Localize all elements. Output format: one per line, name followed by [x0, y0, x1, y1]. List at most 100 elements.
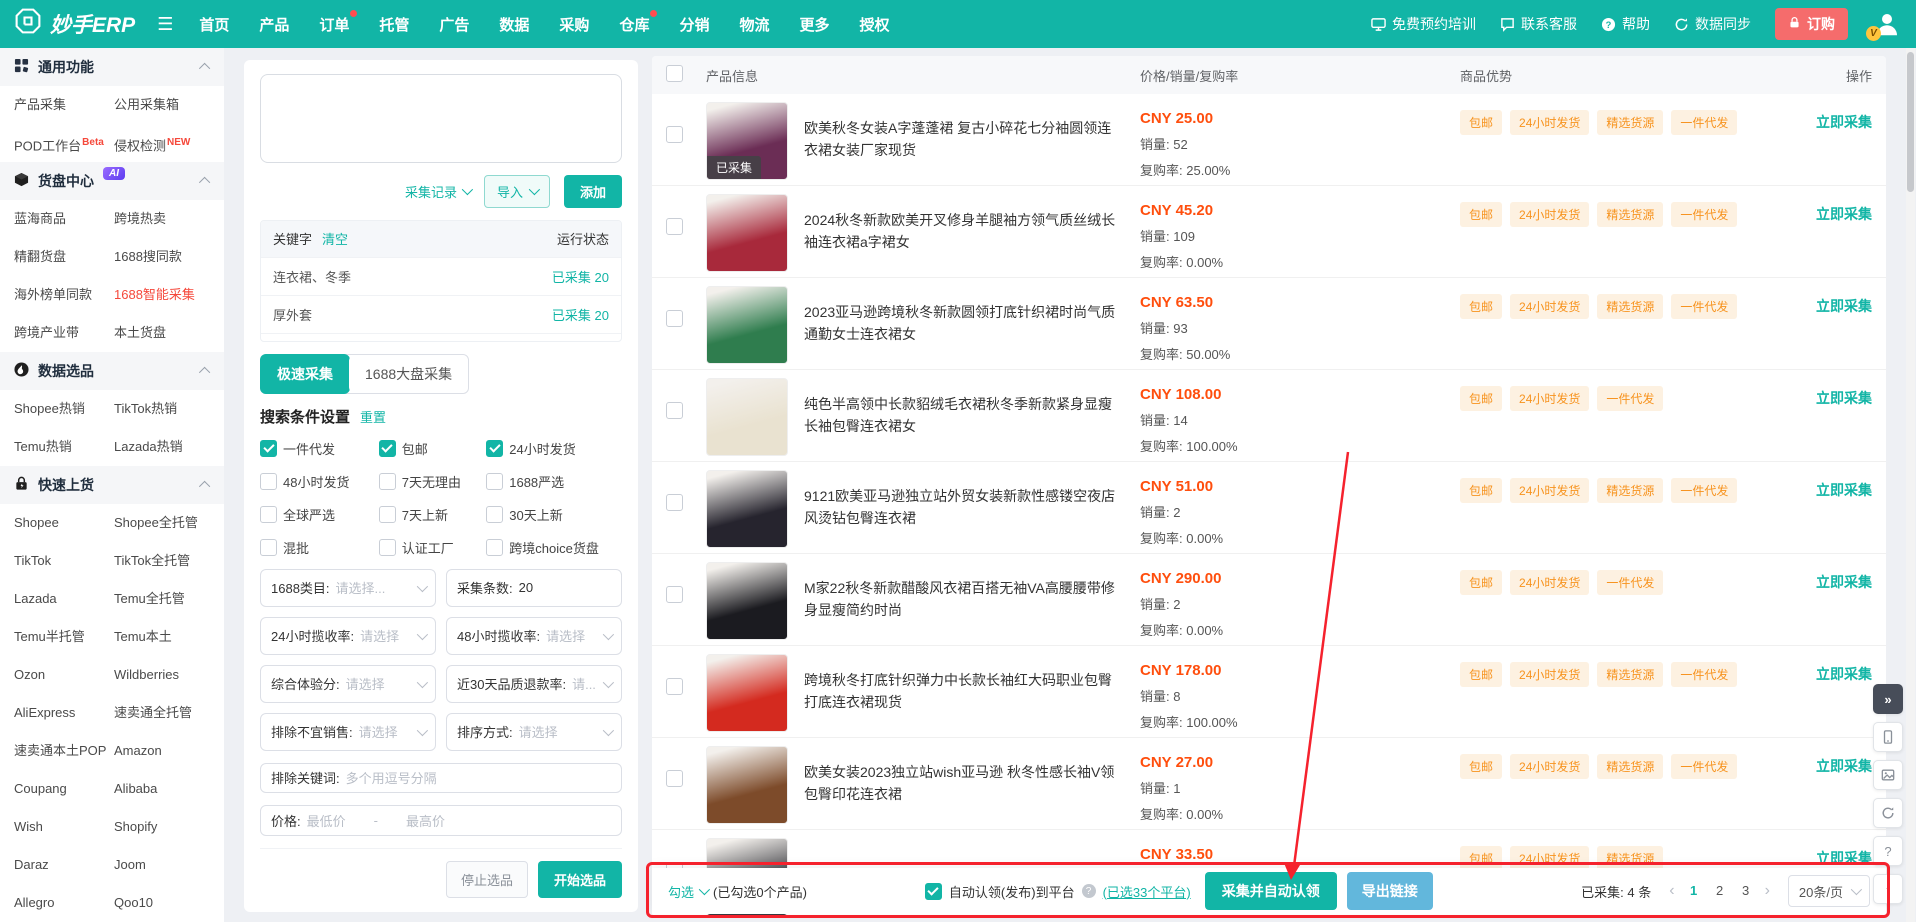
nav-item[interactable]: 订单 [319, 14, 349, 35]
collect-now-link[interactable]: 立即采集 [1816, 850, 1872, 866]
product-title[interactable]: M家22秋冬新款醋酸风衣裙百搭无袖VA高腰腰带修身显瘦简约时尚 [804, 578, 1120, 621]
keyword-row[interactable]: 厚外套 已采集 20 [261, 295, 621, 333]
product-image[interactable] [706, 746, 788, 824]
checkbox[interactable] [486, 473, 503, 490]
refresh-button[interactable] [1873, 798, 1903, 828]
section-header-general[interactable]: 通用功能 [0, 48, 224, 86]
auto-claim-checkbox[interactable] [925, 883, 942, 900]
nav-item[interactable]: 数据 [499, 14, 529, 35]
nav-item[interactable]: 仓库 [619, 14, 649, 35]
user-avatar[interactable]: V [1872, 9, 1902, 39]
selected-platforms-link[interactable]: (已选33个平台) [1103, 882, 1191, 901]
condition-checkbox[interactable]: 一件代发 [260, 439, 379, 458]
checkbox[interactable] [486, 539, 503, 556]
checkbox[interactable] [379, 473, 396, 490]
page-size-select[interactable]: 20条/页 [1788, 875, 1870, 907]
collect-now-link[interactable]: 立即采集 [1816, 758, 1872, 774]
clear-keywords-link[interactable]: 清空 [322, 229, 348, 248]
product-title[interactable]: 跨境秋冬打底针织弹力中长款长袖红大码职业包臀打底连衣裙现货 [804, 670, 1120, 713]
sidebar-item[interactable]: Allegro [14, 884, 114, 922]
sidebar-item[interactable]: 蓝海商品 [14, 200, 114, 238]
condition-checkbox[interactable]: 包邮 [379, 439, 486, 458]
collect-now-link[interactable]: 立即采集 [1816, 390, 1872, 406]
back-to-top-button[interactable]: ↑ [1873, 874, 1903, 904]
condition-checkbox[interactable]: 混批 [260, 538, 379, 557]
product-title[interactable]: 欧美女装2023独立站wish亚马逊 秋冬性感长袖V领包臀印花连衣裙 [804, 762, 1120, 805]
filter-select[interactable]: 排除不宜销售: 请选择 [260, 713, 436, 751]
support-link[interactable]: 联系客服 [1500, 14, 1577, 34]
sidebar-item[interactable]: 速卖通全托管 [114, 694, 224, 732]
product-title[interactable]: 欧美秋冬女装A字蓬蓬裙 复古小碎花七分袖圆领连衣裙女装厂家现货 [804, 118, 1120, 161]
condition-checkbox[interactable]: 跨境choice货盘 [486, 538, 622, 557]
row-checkbox[interactable] [666, 494, 683, 511]
collect-now-link[interactable]: 立即采集 [1816, 666, 1872, 682]
sidebar-item[interactable]: 侵权检测NEW [114, 124, 224, 162]
training-link[interactable]: 免费预约培训 [1371, 14, 1476, 34]
checkbox[interactable] [260, 473, 277, 490]
stop-selection-button[interactable]: 停止选品 [446, 861, 528, 898]
collect-mode-tab[interactable]: 1688大盘采集 [349, 355, 468, 393]
sidebar-item[interactable]: Temu半托管 [14, 618, 114, 656]
sidebar-item[interactable]: TikTok热销 [114, 390, 224, 428]
chevron-up-icon[interactable] [199, 367, 210, 378]
collect-mode-tab[interactable]: 极速采集 [260, 354, 350, 394]
menu-toggle-icon[interactable]: ☰ [157, 14, 173, 35]
filter-select[interactable]: 24小时揽收率: 请选择 [260, 617, 436, 655]
nav-item[interactable]: 采购 [559, 14, 589, 35]
product-image[interactable]: 已采集 [706, 102, 788, 180]
reset-link[interactable]: 重置 [360, 407, 386, 426]
check-dropdown[interactable]: 勾选 [668, 882, 707, 901]
sidebar-item[interactable]: 本土货盘 [114, 314, 224, 352]
row-checkbox[interactable] [666, 402, 683, 419]
sidebar-item[interactable]: Qoo10 [114, 884, 224, 922]
condition-checkbox[interactable]: 1688严选 [486, 472, 622, 491]
sidebar-item[interactable]: 产品采集 [14, 86, 114, 124]
sidebar-item[interactable]: 1688搜同款 [114, 238, 224, 276]
nav-item[interactable]: 托管 [379, 14, 409, 35]
filter-select[interactable]: 排序方式: 请选择 [446, 713, 622, 751]
page-number[interactable]: 2 [1709, 880, 1731, 902]
page-number[interactable]: 3 [1735, 880, 1757, 902]
collect-now-link[interactable]: 立即采集 [1816, 574, 1872, 590]
sidebar-item[interactable]: 公用采集箱 [114, 86, 224, 124]
sidebar-item[interactable]: Daraz [14, 846, 114, 884]
filter-select[interactable]: 综合体验分: 请选择 [260, 665, 436, 703]
select-all-checkbox[interactable] [666, 65, 683, 82]
row-checkbox[interactable] [666, 218, 683, 235]
row-checkbox[interactable] [666, 586, 683, 603]
sidebar-item[interactable]: 精翻货盘 [14, 238, 114, 276]
checkbox[interactable] [379, 539, 396, 556]
nav-item[interactable]: 物流 [739, 14, 769, 35]
nav-item[interactable]: 分销 [679, 14, 709, 35]
chevron-up-icon[interactable] [199, 63, 210, 74]
filter-select[interactable]: 采集条数: 20 [446, 569, 622, 607]
sidebar-item[interactable]: Temu热销 [14, 428, 114, 466]
sidebar-item[interactable]: 1688智能采集 [114, 276, 224, 314]
sidebar-item[interactable]: Wish [14, 808, 114, 846]
chevron-up-icon[interactable] [199, 177, 210, 188]
start-selection-button[interactable]: 开始选品 [538, 861, 622, 898]
nav-item[interactable]: 更多 [799, 14, 829, 35]
checkbox[interactable] [260, 506, 277, 523]
vertical-scrollbar[interactable] [1906, 48, 1915, 922]
collapse-panel-button[interactable]: » [1873, 684, 1903, 714]
sidebar-item[interactable]: Temu本土 [114, 618, 224, 656]
row-checkbox[interactable] [666, 310, 683, 327]
image-search-button[interactable] [1873, 760, 1903, 790]
keyword-row[interactable]: 连衣裙、冬季 已采集 20 [261, 257, 621, 295]
exclude-keywords-input[interactable]: 排除关键词: 多个用逗号分隔 [260, 763, 622, 794]
sidebar-item[interactable]: Shopify [114, 808, 224, 846]
collect-now-link[interactable]: 立即采集 [1816, 114, 1872, 130]
export-links-button[interactable]: 导出链接 [1347, 872, 1433, 910]
condition-checkbox[interactable]: 30天上新 [486, 505, 622, 524]
page-number[interactable]: 1 [1683, 880, 1705, 902]
condition-checkbox[interactable]: 48小时发货 [260, 472, 379, 491]
sidebar-item[interactable]: TikTok全托管 [114, 542, 224, 580]
add-button[interactable]: 添加 [564, 175, 622, 208]
sidebar-item[interactable]: Shopee全托管 [114, 504, 224, 542]
next-page-button[interactable]: › [1761, 882, 1774, 900]
data-sync-link[interactable]: 数据同步 [1674, 14, 1751, 34]
price-range-input[interactable]: 价格: 最低价 - 最高价 [260, 805, 622, 836]
filter-select[interactable]: 1688类目: 请选择... [260, 569, 436, 607]
product-title[interactable]: 2023亚马逊跨境秋冬新款圆领打底针织裙时尚气质通勤女士连衣裙女 [804, 302, 1120, 345]
